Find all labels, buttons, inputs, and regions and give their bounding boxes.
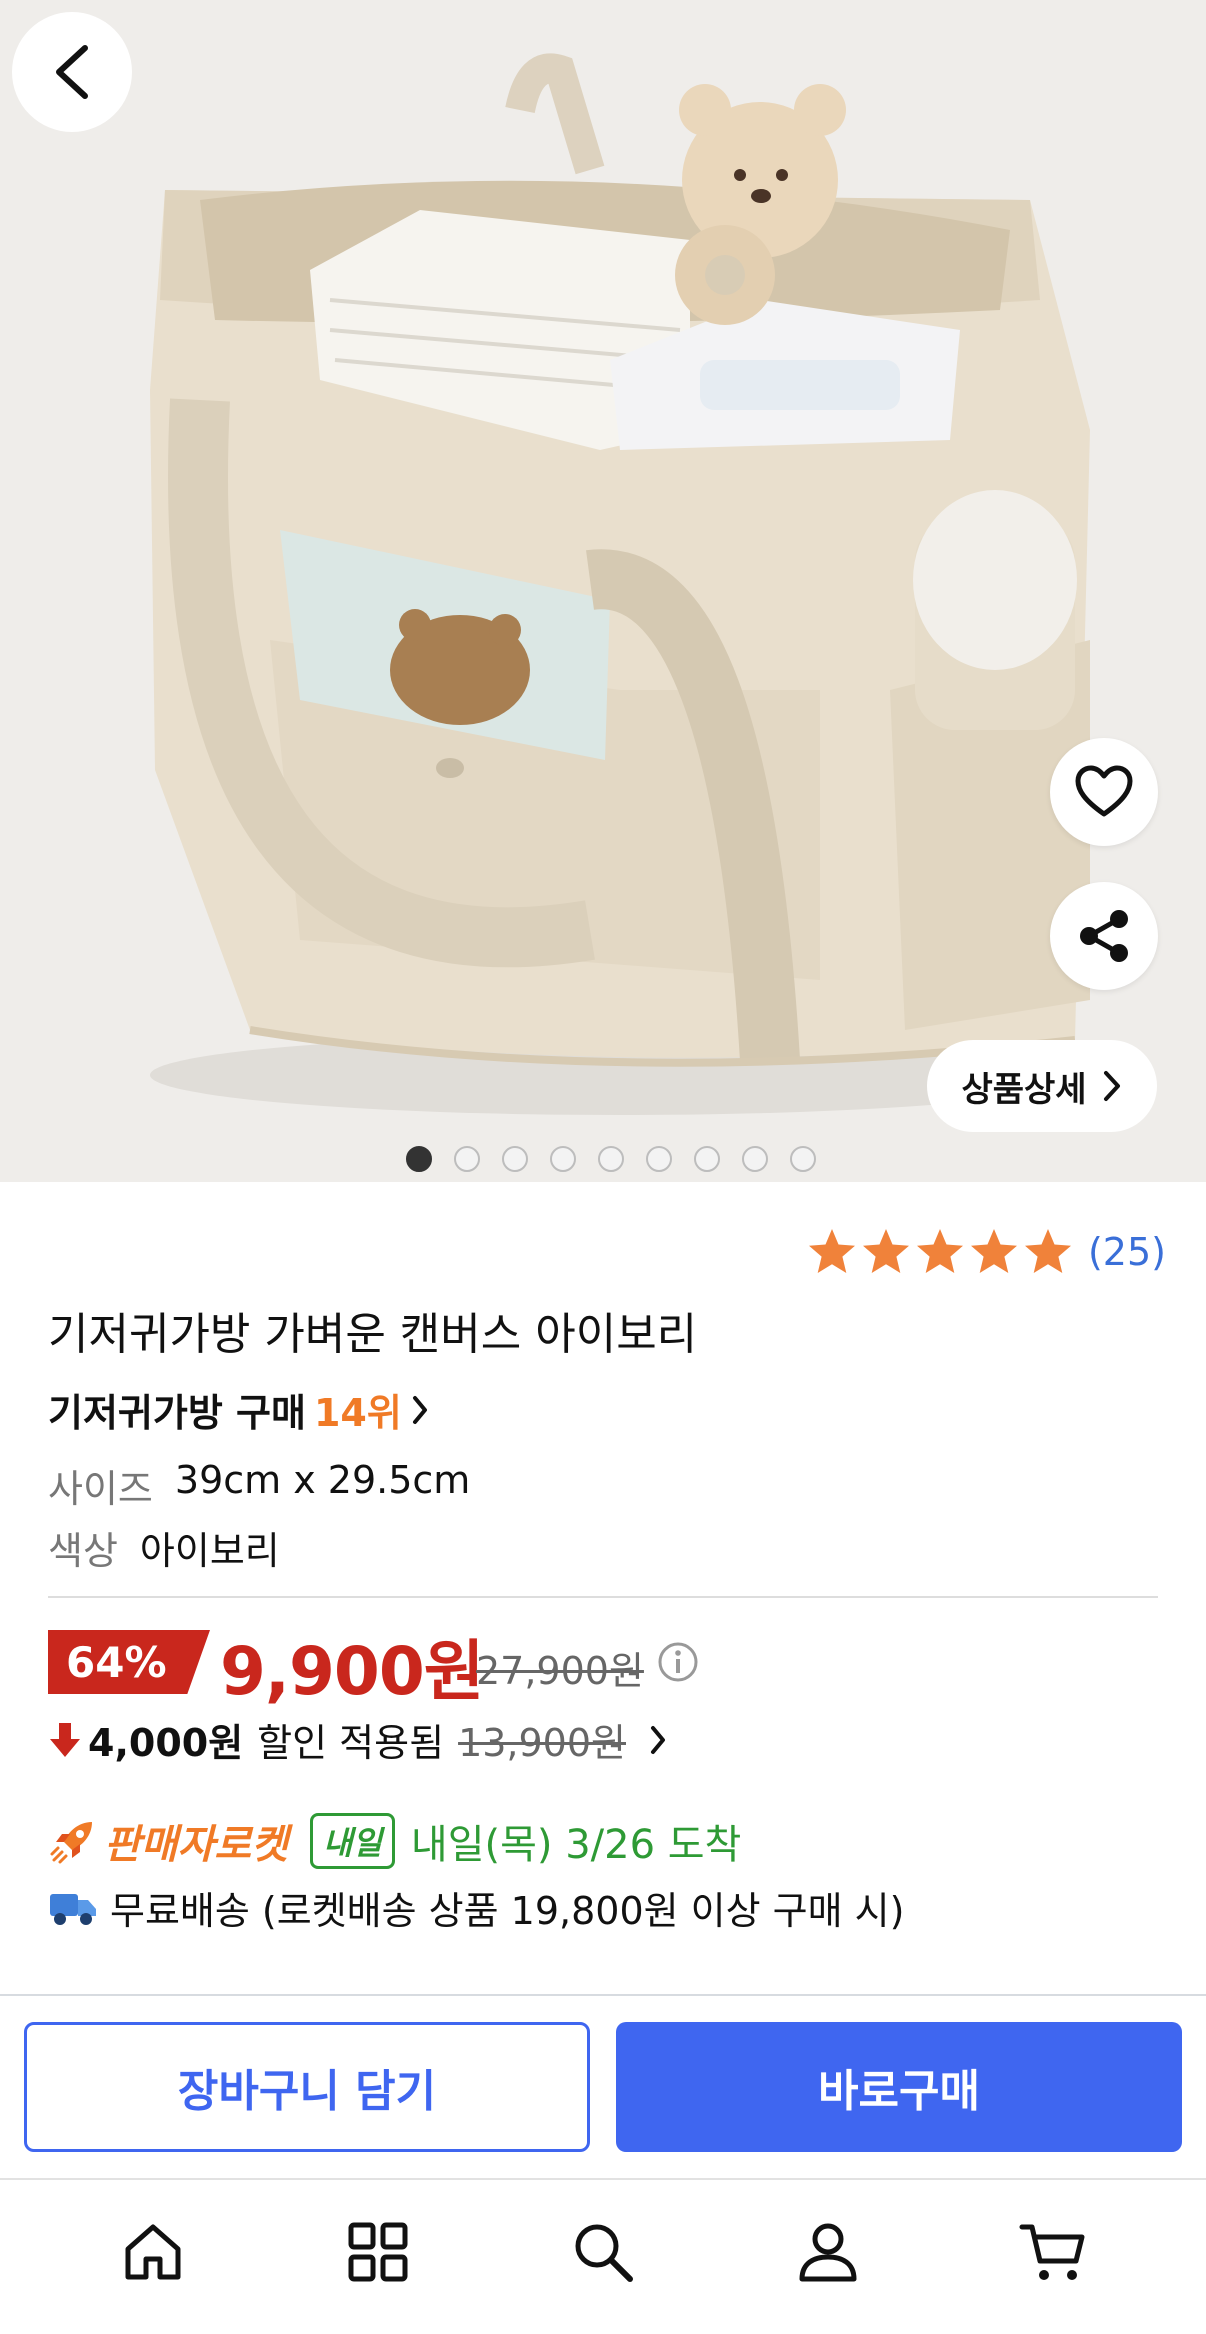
rank-label: 기저귀가방 구매 bbox=[48, 1391, 306, 1435]
tomorrow-badge: 내일 bbox=[310, 1813, 395, 1869]
review-count[interactable]: (25) bbox=[1088, 1230, 1166, 1274]
star-icon bbox=[862, 1229, 909, 1273]
wishlist-button[interactable] bbox=[1050, 738, 1158, 846]
attribute-color: 색상 아이보리 bbox=[48, 1520, 280, 1575]
pagination-dot[interactable] bbox=[502, 1146, 528, 1172]
attribute-key: 색상 bbox=[48, 1529, 118, 1573]
truck-icon bbox=[50, 1893, 96, 1925]
chevron-right-icon bbox=[1103, 1071, 1120, 1101]
chevron-right-icon bbox=[651, 1725, 665, 1754]
star-icon bbox=[808, 1229, 855, 1273]
product-title: 기저귀가방 가벼운 캔버스 아이보리 bbox=[48, 1309, 698, 1360]
original-price: 27,900원 bbox=[476, 1649, 644, 1693]
nav-search[interactable] bbox=[558, 2207, 648, 2297]
product-detail-button[interactable]: 상품상세 bbox=[927, 1040, 1157, 1132]
rating[interactable]: (25) bbox=[806, 1226, 1166, 1278]
attribute-value: 39cm x 29.5cm bbox=[174, 1458, 471, 1502]
coupon-text: 할인 적용됨 bbox=[257, 1721, 445, 1765]
pagination-dot[interactable] bbox=[694, 1146, 720, 1172]
attribute-size: 사이즈 39cm x 29.5cm bbox=[48, 1458, 470, 1513]
pagination-dot[interactable] bbox=[742, 1146, 768, 1172]
buy-now-button[interactable]: 바로구매 bbox=[616, 2022, 1182, 2152]
share-icon bbox=[1080, 910, 1128, 962]
star-icon bbox=[916, 1229, 963, 1273]
product-image-gallery[interactable]: 상품상세 bbox=[0, 0, 1206, 1182]
coupon-amount: 4,000원 bbox=[88, 1721, 244, 1765]
delivery-rocket-row: 판매자로켓 내일 내일(목) 3/26 도착 bbox=[48, 1812, 741, 1870]
chevron-right-icon bbox=[412, 1395, 427, 1424]
pagination-dot[interactable] bbox=[598, 1146, 624, 1172]
nav-account[interactable] bbox=[783, 2207, 873, 2297]
pagination-dot[interactable] bbox=[790, 1146, 816, 1172]
product-detail-label: 상품상세 bbox=[961, 1069, 1087, 1110]
home-icon bbox=[125, 2224, 181, 2280]
cart-icon bbox=[1019, 2224, 1085, 2280]
star-icon bbox=[1024, 1229, 1071, 1273]
sale-price: 9,900원 bbox=[220, 1633, 484, 1710]
attribute-value: 아이보리 bbox=[139, 1529, 280, 1573]
coupon-before-price: 13,900원 bbox=[458, 1721, 626, 1765]
star-icon bbox=[970, 1229, 1017, 1273]
heart-icon bbox=[1075, 765, 1133, 817]
free-shipping-row: 무료배송 (로켓배송 상품 19,800원 이상 구매 시) bbox=[48, 1880, 904, 1935]
gallery-pagination bbox=[0, 1146, 1206, 1172]
coupon-discount-row[interactable]: 4,000원 할인 적용됨 13,900원 bbox=[48, 1712, 668, 1767]
category-icon bbox=[348, 2222, 408, 2282]
rocket-icon bbox=[50, 1822, 92, 1864]
pagination-dot[interactable] bbox=[550, 1146, 576, 1172]
chevron-left-icon bbox=[56, 45, 88, 99]
account-icon bbox=[799, 2223, 857, 2282]
discount-badge: 64% bbox=[48, 1630, 210, 1694]
rank-value: 14위 bbox=[313, 1391, 402, 1435]
info-icon[interactable] bbox=[656, 1640, 700, 1684]
attribute-key: 사이즈 bbox=[48, 1467, 153, 1511]
add-to-cart-button[interactable]: 장바구니 담기 bbox=[24, 2022, 590, 2152]
arrow-down-icon bbox=[50, 1722, 80, 1757]
seller-rocket-label: 판매자로켓 bbox=[104, 1822, 288, 1868]
nav-category[interactable] bbox=[333, 2207, 423, 2297]
nav-cart[interactable] bbox=[1008, 2207, 1098, 2297]
arrival-date: 내일(목) 3/26 도착 bbox=[410, 1822, 742, 1868]
pagination-dot[interactable] bbox=[406, 1146, 432, 1172]
bottom-navigation bbox=[0, 2178, 1206, 2334]
free-shipping-text: 무료배송 (로켓배송 상품 19,800원 이상 구매 시) bbox=[110, 1889, 905, 1933]
back-button[interactable] bbox=[12, 12, 132, 132]
search-icon bbox=[575, 2224, 633, 2282]
purchase-action-bar: 장바구니 담기 바로구매 bbox=[0, 1994, 1206, 2178]
nav-home[interactable] bbox=[108, 2207, 198, 2297]
category-rank[interactable]: 기저귀가방 구매 14위 bbox=[48, 1382, 430, 1437]
share-button[interactable] bbox=[1050, 882, 1158, 990]
product-photo bbox=[0, 0, 1206, 1182]
pagination-dot[interactable] bbox=[646, 1146, 672, 1172]
divider bbox=[48, 1596, 1158, 1598]
pagination-dot[interactable] bbox=[454, 1146, 480, 1172]
